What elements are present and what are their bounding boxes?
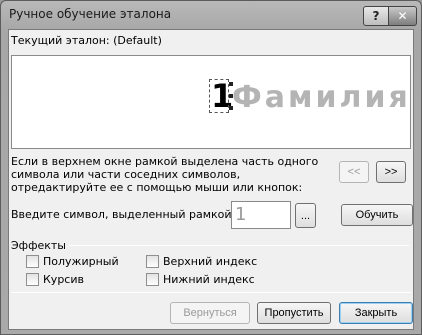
bold-checkbox-row[interactable]: Полужирный — [26, 255, 119, 268]
title-bar[interactable]: Ручное обучение эталона ? ✕ — [1, 1, 421, 29]
italic-label: Курсив — [43, 273, 84, 286]
help-button[interactable]: ? — [363, 6, 389, 26]
instructions-text: Если в верхнем окне рамкой выделена част… — [11, 155, 319, 194]
subscript-checkbox[interactable] — [146, 273, 159, 286]
bold-checkbox[interactable] — [26, 255, 39, 268]
previous-button[interactable]: << — [339, 161, 369, 183]
close-window-button[interactable]: ✕ — [389, 6, 417, 26]
dialog-window: Ручное обучение эталона ? ✕ Текущий этал… — [0, 0, 422, 335]
back-button[interactable]: Вернуться — [170, 302, 250, 324]
symbol-input-value: 1 — [235, 204, 247, 225]
effects-group-title: Эффекты — [11, 239, 66, 252]
browse-symbol-button[interactable]: ... — [295, 203, 316, 228]
window-title: Ручное обучение эталона — [9, 7, 172, 21]
subscript-checkbox-row[interactable]: Нижний индекс — [146, 273, 255, 286]
italic-checkbox-row[interactable]: Курсив — [26, 273, 84, 286]
train-button[interactable]: Обучить — [341, 204, 413, 226]
next-button[interactable]: >> — [376, 161, 406, 183]
selection-frame[interactable] — [209, 79, 229, 113]
close-button[interactable]: Закрыть — [339, 302, 413, 324]
preview-pane[interactable]: 1 Фамилия — [11, 55, 411, 149]
symbol-input[interactable]: 1 — [231, 201, 291, 229]
symbol-label: Введите символ, выделенный рамкой: — [11, 208, 236, 221]
footer-divider — [11, 292, 411, 293]
italic-checkbox[interactable] — [26, 273, 39, 286]
dialog-body: Текущий эталон: (Default) 1 Фамилия Если… — [8, 29, 414, 330]
current-etalon-label: Текущий эталон: (Default) — [11, 34, 162, 47]
close-icon: ✕ — [397, 9, 408, 23]
superscript-checkbox-row[interactable]: Верхний индекс — [146, 255, 257, 268]
effects-divider — [69, 245, 409, 246]
superscript-checkbox[interactable] — [146, 255, 159, 268]
skip-button[interactable]: Пропустить — [257, 302, 331, 324]
superscript-label: Верхний индекс — [163, 255, 258, 268]
subscript-label: Нижний индекс — [163, 273, 255, 286]
preview-text: Фамилия — [232, 80, 411, 115]
bold-label: Полужирный — [43, 255, 119, 268]
